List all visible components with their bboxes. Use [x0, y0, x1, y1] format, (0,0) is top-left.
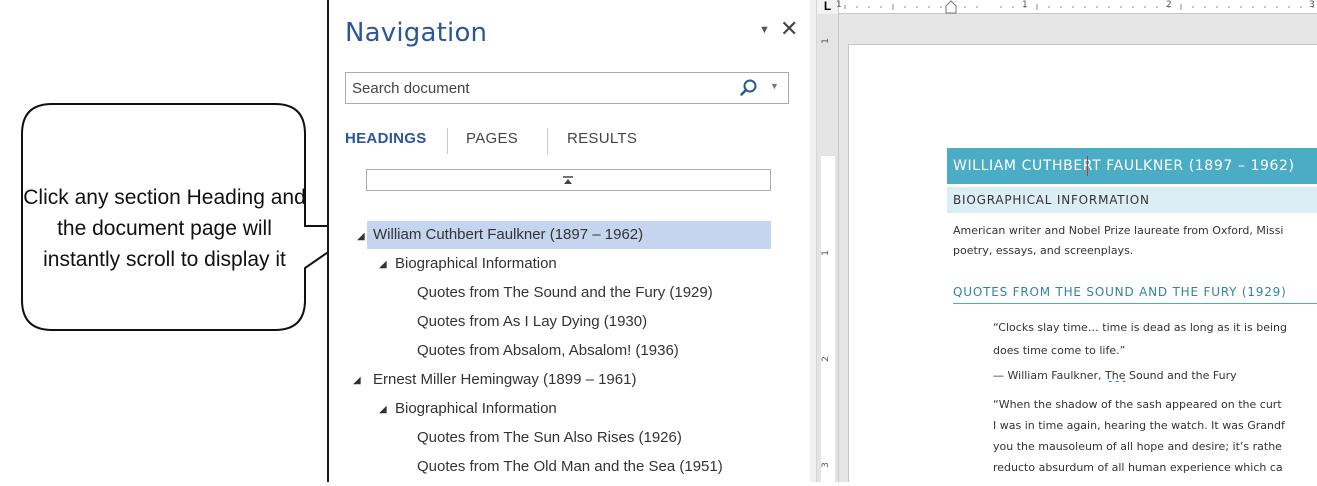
margin-corner-mark — [848, 44, 868, 64]
tab-results[interactable]: RESULTS — [567, 130, 637, 147]
heading-label: Quotes from The Sound and the Fury (1929… — [417, 284, 713, 301]
spelling-flag[interactable]: The — [1105, 369, 1125, 382]
document-heading-2[interactable]: BIOGRAPHICAL INFORMATION — [947, 187, 1317, 213]
search-box: ▼ — [345, 72, 789, 104]
heading-item[interactable]: Biographical Information — [395, 395, 557, 423]
ruler-number: 3 — [1309, 0, 1315, 10]
heading-label: Biographical Information — [395, 400, 557, 417]
vertical-ruler[interactable]: 1 1 2 3 — [817, 14, 839, 486]
document-page[interactable] — [848, 44, 1317, 482]
scroll-up-button[interactable] — [366, 169, 771, 191]
quote-text[interactable]: you the mausoleum of all hope and desire… — [993, 440, 1317, 453]
expand-triangle-icon[interactable]: ◢ — [379, 404, 387, 415]
heading-item[interactable]: Quotes from The Sound and the Fury (1929… — [417, 279, 713, 307]
heading-item[interactable]: Ernest Miller Hemingway (1899 – 1961) — [373, 366, 636, 394]
expand-triangle-icon[interactable]: ◢ — [357, 231, 365, 242]
search-icon[interactable] — [739, 78, 759, 98]
text-cursor — [1087, 156, 1088, 176]
ruler-number: 1 — [1022, 0, 1028, 10]
ruler-number: 1 — [836, 0, 842, 10]
ruler-number: 1 — [820, 250, 831, 256]
expand-triangle-icon[interactable]: ◢ — [379, 259, 387, 270]
quote-text[interactable]: does time come to life.” — [993, 344, 1317, 357]
heading-label: Quotes from Absalom, Absalom! (1936) — [417, 342, 679, 359]
heading-label: Quotes from As I Lay Dying (1930) — [417, 313, 648, 330]
heading-label: Biographical Information — [395, 255, 557, 272]
heading-underline — [953, 303, 1317, 304]
body-text[interactable]: poetry, essays, and screenplays. — [953, 244, 1317, 257]
callout-text: Click any section Heading and the docume… — [23, 185, 306, 271]
pane-title: Navigation — [345, 18, 488, 48]
document-heading-3[interactable]: QUOTES FROM THE SOUND AND THE FURY (1929… — [953, 285, 1317, 299]
close-icon[interactable]: ✕ — [780, 16, 798, 42]
attribution-suffix: Sound and the Fury — [1125, 369, 1237, 382]
navigation-pane: Navigation ▼ ✕ ▼ HEADINGS PAGES RESULTS … — [327, 0, 816, 482]
expand-triangle-icon[interactable]: ◢ — [353, 375, 361, 386]
ruler-number: 2 — [820, 356, 831, 362]
collapse-up-icon — [563, 176, 573, 184]
tab-headings[interactable]: HEADINGS — [345, 130, 427, 147]
quote-text[interactable]: I was in time again, hearing the watch. … — [993, 419, 1317, 432]
search-options-icon[interactable]: ▼ — [770, 81, 779, 91]
ruler-number: 1 — [820, 38, 831, 44]
quote-text[interactable]: “When the shadow of the sash appeared on… — [993, 398, 1317, 411]
heading-item[interactable]: Biographical Information — [395, 250, 557, 278]
tab-divider — [447, 128, 448, 154]
search-input[interactable] — [346, 73, 732, 103]
pane-options-icon[interactable]: ▼ — [759, 24, 770, 36]
heading-label: Quotes from The Old Man and the Sea (195… — [417, 458, 723, 475]
heading-item[interactable]: Quotes from Absalom, Absalom! (1936) — [417, 337, 679, 365]
heading-label: Quotes from The Sun Also Rises (1926) — [417, 429, 682, 446]
horizontal-ruler[interactable]: 1 1 2 3 — [836, 0, 1317, 14]
tab-divider — [547, 128, 548, 154]
quote-text[interactable]: reducto absurdum of all human experience… — [993, 461, 1317, 474]
tab-pages[interactable]: PAGES — [466, 130, 518, 147]
ruler-number: 2 — [1166, 0, 1172, 10]
heading-item[interactable]: Quotes from The Old Man and the Sea (195… — [417, 453, 723, 481]
attribution-prefix: — William Faulkner, — [993, 369, 1106, 382]
indent-marker-icon[interactable] — [944, 0, 958, 14]
pane-splitter[interactable] — [810, 0, 817, 482]
document-heading-1[interactable]: WILLIAM CUTHBERT FAULKNER (1897 – 1962) — [947, 148, 1317, 184]
ruler-number: 3 — [820, 462, 831, 468]
heading-item[interactable]: Quotes from The Sun Also Rises (1926) — [417, 424, 682, 452]
quote-attribution[interactable]: — William Faulkner, The Sound and the Fu… — [993, 369, 1317, 382]
ruler-ticks — [844, 4, 1314, 10]
heading-item[interactable]: Quotes from As I Lay Dying (1930) — [417, 308, 647, 336]
heading-label: Ernest Miller Hemingway (1899 – 1961) — [373, 371, 637, 388]
heading-label: William Cuthbert Faulkner (1897 – 1962) — [373, 226, 644, 243]
quote-text[interactable]: “Clocks slay time… time is dead as long … — [993, 321, 1317, 334]
body-text[interactable]: American writer and Nobel Prize laureate… — [953, 224, 1317, 237]
heading-item[interactable]: William Cuthbert Faulkner (1897 – 1962) — [367, 221, 771, 249]
